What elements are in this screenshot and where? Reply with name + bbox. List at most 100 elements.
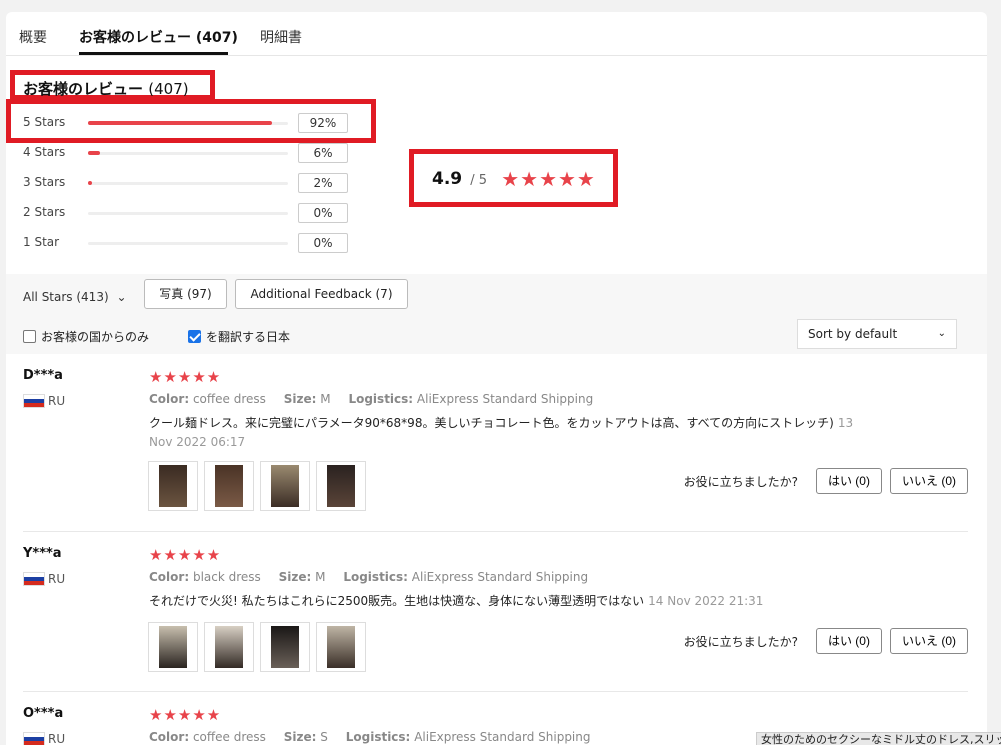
translate-label: を翻訳する日本 — [206, 330, 291, 344]
logistics-label: Logistics: — [345, 730, 411, 744]
logistics-label: Logistics: — [343, 570, 408, 584]
all-stars-dropdown[interactable]: All Stars (413) ⌄ — [23, 290, 127, 304]
color-value: black dress — [192, 570, 261, 584]
reviews-card: 概要 お客様のレビュー (407) 明細書 お客様のレビュー (407) 5 S… — [6, 12, 987, 745]
review-body: クール麺ドレス。来に完璧にパラメータ90*68*98。美しいチョコレート色。をカ… — [149, 416, 834, 430]
size-value: S — [320, 730, 328, 744]
reviewer-name: D***a — [23, 368, 63, 383]
color-value: coffee dress — [192, 730, 266, 744]
reviewer-country: RU — [23, 394, 65, 408]
review-text: クール麺ドレス。来に完璧にパラメータ90*68*98。美しいチョコレート色。をカ… — [149, 414, 864, 452]
star-row-track — [88, 212, 288, 215]
star-row-percent: 2% — [298, 173, 348, 193]
star-row-track — [88, 121, 288, 125]
review-photo-thumb[interactable] — [148, 461, 198, 511]
tab-bar: 概要 お客様のレビュー (407) 明細書 — [6, 12, 987, 56]
star-row-2[interactable]: 2 Stars 0% — [23, 203, 353, 223]
star-row-percent: 0% — [298, 203, 348, 223]
own-country-checkbox[interactable] — [23, 330, 36, 343]
all-stars-label: All Stars (413) — [23, 290, 109, 304]
reviews-summary-title: お客様のレビュー (407) — [23, 78, 189, 99]
size-label: Size: — [283, 730, 317, 744]
review-stars-icon: ★★★★★ — [149, 546, 222, 564]
star-row-track — [88, 242, 288, 245]
tab-overview[interactable]: 概要 — [19, 27, 47, 47]
logistics-value: AliExpress Standard Shipping — [411, 570, 589, 584]
color-label: Color: — [149, 730, 190, 744]
reviewer-name: O***a — [23, 706, 64, 721]
review-photo-thumb[interactable] — [204, 461, 254, 511]
logistics-label: Logistics: — [348, 392, 414, 406]
helpful-question: お役に立ちましたか? — [683, 474, 798, 489]
review-photo-thumb[interactable] — [316, 622, 366, 672]
country-code: RU — [48, 732, 66, 745]
reviewer-country: RU — [23, 732, 65, 745]
logistics-value: AliExpress Standard Shipping — [414, 730, 591, 744]
review-photo-thumb[interactable] — [316, 461, 366, 511]
review-photo-thumb[interactable] — [260, 622, 310, 672]
star-row-fill — [88, 151, 100, 155]
chevron-down-icon: ⌄ — [116, 290, 127, 304]
star-row-label: 2 Stars — [23, 205, 66, 219]
color-label: Color: — [149, 570, 190, 584]
review-item: Y***a RU ★★★★★ Color: black dress Size: … — [6, 532, 987, 692]
helpful-section: お役に立ちましたか? はい (0) いいえ (0) — [684, 628, 968, 654]
helpful-no-button[interactable]: いいえ (0) — [889, 628, 968, 654]
review-photo-thumb[interactable] — [260, 461, 310, 511]
logistics-value: AliExpress Standard Shipping — [416, 392, 594, 406]
star-row-fill — [88, 121, 272, 125]
star-row-label: 1 Star — [23, 235, 60, 249]
helpful-yes-button[interactable]: はい (0) — [815, 468, 882, 494]
review-date: 14 Nov 2022 21:31 — [648, 594, 764, 608]
reviewer-country: RU — [23, 572, 65, 586]
review-photos — [148, 622, 366, 672]
product-title-tooltip: 女性のためのセクシーなミドル丈のドレス,スリッ — [756, 732, 1001, 745]
russia-flag-icon — [23, 572, 45, 586]
translate-checkbox[interactable] — [188, 330, 201, 343]
overall-rating: 4.9 / 5 ★★★★★ — [432, 167, 596, 191]
rating-score: 4.9 — [432, 169, 463, 189]
size-label: Size: — [283, 392, 317, 406]
review-photo-thumb[interactable] — [148, 622, 198, 672]
star-row-4[interactable]: 4 Stars 6% — [23, 143, 353, 163]
rating-stars-icon: ★★★★★ — [501, 167, 596, 191]
country-code: RU — [48, 394, 66, 408]
summary-count: (407) — [148, 80, 189, 98]
active-tab-underline — [79, 52, 228, 55]
star-row-track — [88, 181, 288, 185]
size-value: M — [315, 570, 326, 584]
tab-reviews[interactable]: お客様のレビュー (407) — [79, 27, 238, 47]
helpful-no-button[interactable]: いいえ (0) — [889, 468, 968, 494]
color-value: coffee dress — [192, 392, 266, 406]
star-row-percent: 6% — [298, 143, 348, 163]
color-label: Color: — [149, 392, 190, 406]
filter-bar: All Stars (413) ⌄ 写真 (97) Additional Fee… — [6, 274, 987, 354]
russia-flag-icon — [23, 732, 45, 745]
tab-specifications[interactable]: 明細書 — [260, 27, 302, 47]
summary-title-text: お客様のレビュー — [23, 80, 144, 98]
sort-select[interactable]: Sort by default ⌄ — [797, 319, 957, 349]
helpful-yes-button[interactable]: はい (0) — [815, 628, 882, 654]
photos-filter-button[interactable]: 写真 (97) — [144, 279, 227, 309]
review-photos — [148, 461, 366, 511]
translate-filter[interactable]: を翻訳する日本 — [188, 328, 290, 345]
star-row-fill — [88, 181, 92, 185]
review-attributes: Color: coffee dress Size: S Logistics: A… — [149, 730, 591, 744]
helpful-section: お役に立ちましたか? はい (0) いいえ (0) — [684, 468, 968, 494]
star-row-1[interactable]: 1 Star 0% — [23, 233, 353, 253]
review-text: それだけで火災! 私たちはこれらに2500販売。生地は快適な、身体にない薄型透明… — [149, 592, 864, 611]
star-row-5[interactable]: 5 Stars 92% — [23, 113, 353, 133]
own-country-filter[interactable]: お客様の国からのみ — [23, 328, 149, 345]
additional-feedback-button[interactable]: Additional Feedback (7) — [235, 279, 408, 309]
rating-out-of: / 5 — [470, 173, 488, 188]
helpful-question: お役に立ちましたか? — [683, 634, 798, 649]
review-item: D***a RU ★★★★★ Color: coffee dress Size:… — [6, 354, 987, 532]
review-attributes: Color: black dress Size: M Logistics: Al… — [149, 570, 588, 584]
star-row-label: 4 Stars — [23, 145, 66, 159]
review-body: それだけで火災! 私たちはこれらに2500販売。生地は快適な、身体にない薄型透明… — [149, 594, 645, 608]
review-photo-thumb[interactable] — [204, 622, 254, 672]
star-row-3[interactable]: 3 Stars 2% — [23, 173, 353, 193]
review-stars-icon: ★★★★★ — [149, 706, 222, 724]
star-row-label: 3 Stars — [23, 175, 66, 189]
country-code: RU — [48, 572, 66, 586]
